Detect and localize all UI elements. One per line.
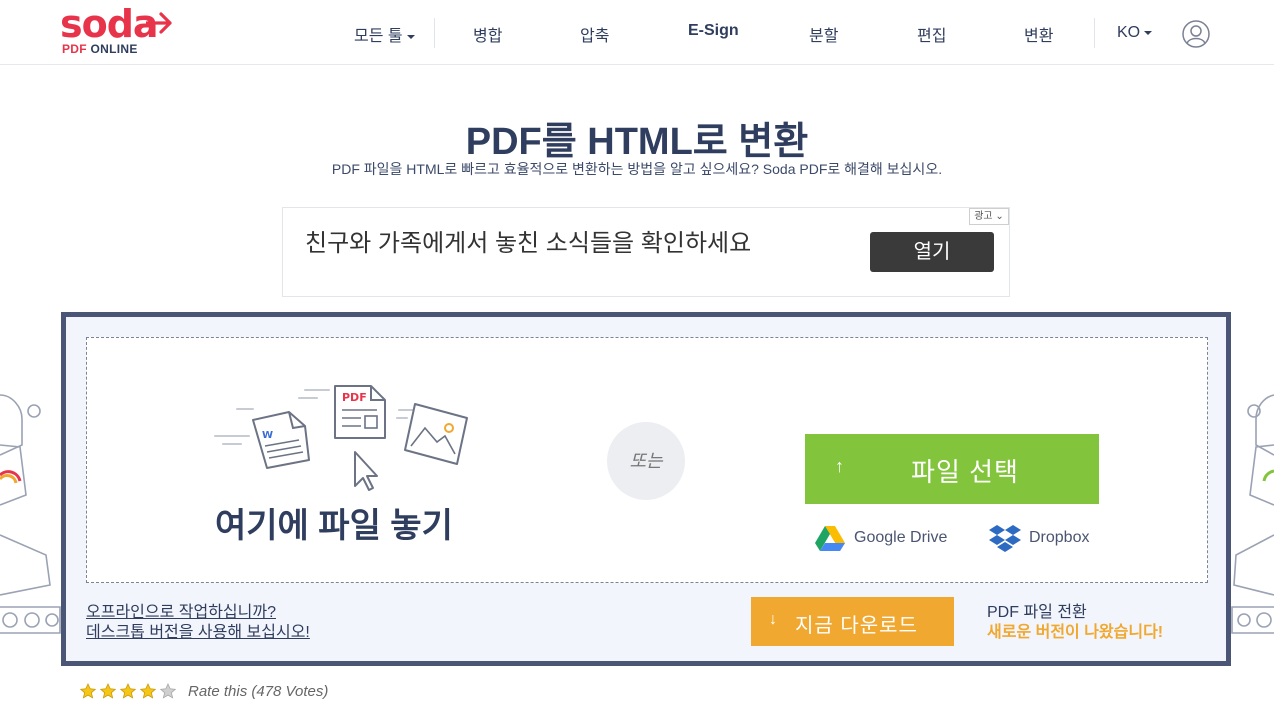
language-selector[interactable]: KO [1117, 24, 1153, 42]
star-icon[interactable] [80, 683, 96, 699]
pdf-doc-icon: PDF [334, 385, 386, 439]
download-arrow-icon: ↓ [769, 611, 777, 628]
drop-zone-label: 여기에 파일 놓기 [215, 507, 453, 545]
ad-banner[interactable]: 친구와 가족에게서 놓친 소식들을 확인하세요 열기 광고 ⌄ [282, 207, 1010, 297]
logo-subtitle: PDF ONLINE [62, 42, 138, 56]
google-drive-icon [815, 526, 845, 551]
offline-line-2: 데스크톱 버전을 사용해 보십시오! [86, 624, 310, 641]
choose-file-label: 파일 선택 [911, 457, 1019, 487]
page-title: PDF를 HTML로 변환 [465, 121, 809, 163]
upload-panel: W PDF 여기에 파일 놓기 또는 ↑ 파일 선택 Google Drive … [61, 312, 1231, 666]
ad-badge-label: 광고 [974, 211, 993, 222]
nav-all-tools-label: 모든 툴 [354, 28, 403, 45]
svg-text:PDF: PDF [342, 391, 367, 404]
robot-illustration-right [1231, 394, 1274, 634]
nav-all-tools[interactable]: 모든 툴 [354, 22, 415, 46]
google-drive-button[interactable]: Google Drive [814, 524, 947, 552]
star-icon[interactable] [140, 683, 156, 699]
star-icon[interactable] [160, 683, 176, 699]
download-now-button[interactable]: ↓ 지금 다운로드 [751, 597, 954, 646]
cursor-icon [354, 451, 378, 491]
image-doc-icon [404, 403, 468, 465]
svg-text:W: W [262, 430, 273, 441]
site-header: soda PDF ONLINE 모든 툴 병합 압축 E-Sign 분할 편집 … [0, 0, 1274, 65]
dropbox-button[interactable]: Dropbox [989, 524, 1089, 552]
dropbox-icon [989, 525, 1021, 552]
desktop-version-link[interactable]: 오프라인으로 작업하십니까? 데스크톱 버전을 사용해 보십시오! [86, 603, 310, 643]
nav-convert[interactable]: 변환 [1024, 22, 1053, 46]
page-subtitle: PDF 파일을 HTML로 빠르고 효율적으로 변환하는 방법을 알고 싶으세요… [331, 161, 943, 177]
user-icon[interactable] [1182, 20, 1210, 48]
nav-merge[interactable]: 병합 [473, 22, 502, 46]
nav-esign[interactable]: E-Sign [688, 22, 739, 40]
new-version-notice: PDF 파일 전환 새로운 버전이 나왔습니다! [987, 603, 1163, 643]
robot-illustration-left [0, 394, 61, 634]
nav-edit[interactable]: 편집 [917, 22, 946, 46]
file-types-illustration: W PDF [214, 385, 468, 491]
dropbox-label: Dropbox [1029, 529, 1090, 547]
or-divider: 또는 [607, 422, 685, 500]
soda-pdf-logo[interactable]: soda PDF ONLINE [60, 2, 180, 58]
star-icon[interactable] [120, 683, 136, 699]
word-doc-icon: W [252, 411, 310, 469]
chevron-down-icon [406, 34, 415, 39]
new-version-line-2: 새로운 버전이 나왔습니다! [987, 624, 1164, 641]
nav-split[interactable]: 분할 [809, 22, 838, 46]
ad-open-button[interactable]: 열기 [870, 232, 994, 272]
rating-widget: Rate this (478 Votes) [80, 682, 328, 702]
logo-sub-online: ONLINE [90, 42, 138, 56]
logo-wordmark: soda [60, 2, 159, 46]
rating-text: Rate this (478 Votes) [188, 682, 329, 700]
rating-stars [80, 682, 180, 699]
logo-arrow-icon [146, 12, 172, 34]
logo-sub-pdf: PDF [62, 42, 87, 56]
new-version-line-1: PDF 파일 전환 [987, 604, 1087, 621]
google-drive-label: Google Drive [854, 529, 948, 547]
ad-text: 친구와 가족에게서 놓친 소식들을 확인하세요 [305, 230, 752, 257]
download-now-label: 지금 다운로드 [795, 615, 918, 637]
language-label: KO [1117, 24, 1141, 41]
nav-divider [434, 18, 435, 48]
nav-compress[interactable]: 압축 [580, 22, 609, 46]
star-icon[interactable] [100, 683, 116, 699]
drop-zone[interactable]: W PDF 여기에 파일 놓기 또는 ↑ 파일 선택 Google Drive … [86, 337, 1208, 583]
nav-divider [1094, 18, 1095, 48]
offline-line-1: 오프라인으로 작업하십니까? [86, 604, 276, 621]
ad-badge[interactable]: 광고 ⌄ [969, 208, 1009, 225]
chevron-down-icon [1144, 30, 1153, 35]
choose-file-button[interactable]: ↑ 파일 선택 [805, 434, 1099, 504]
